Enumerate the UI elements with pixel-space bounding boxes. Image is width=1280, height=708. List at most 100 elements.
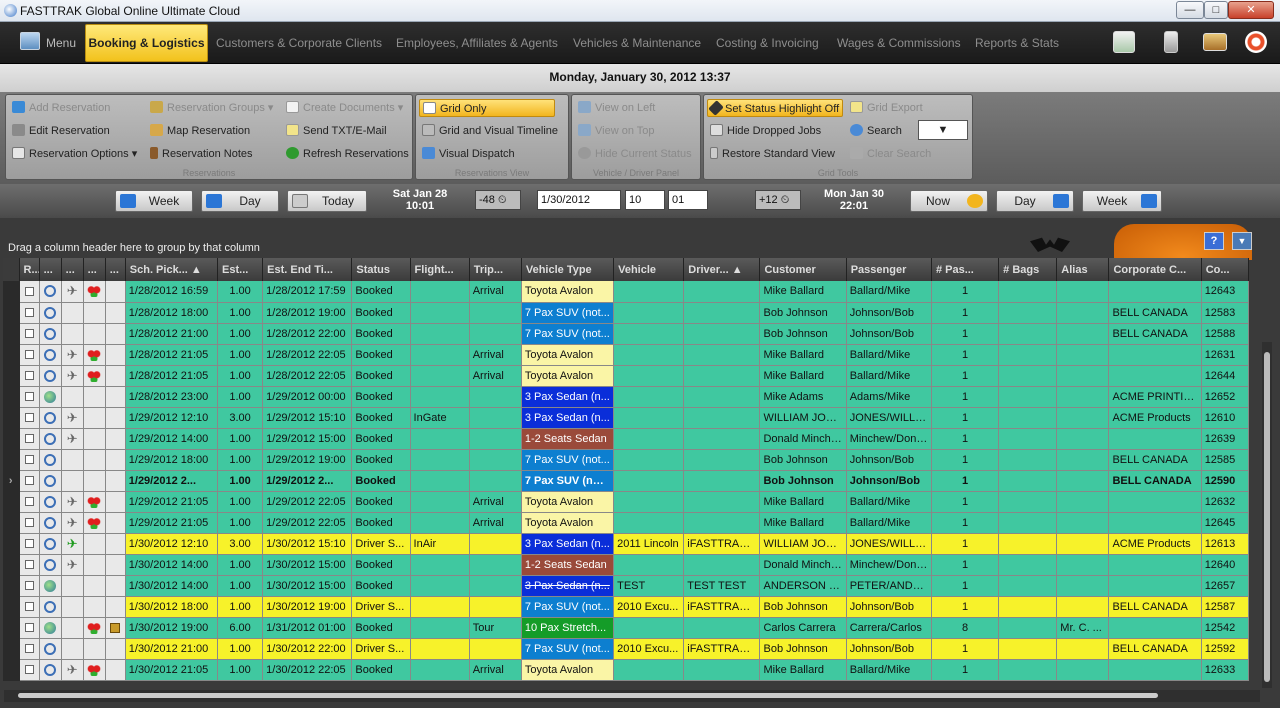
checkbox-icon[interactable] <box>24 644 34 654</box>
select-cell[interactable] <box>19 575 40 597</box>
checkbox-icon[interactable] <box>24 434 34 444</box>
column-header[interactable]: ... <box>61 258 84 281</box>
table-row[interactable]: ✈ 1/28/2012 21:05 1.00 1/28/2012 22:05 Booke… <box>3 344 1250 366</box>
add-reservation-button[interactable]: Add Reservation <box>12 99 110 117</box>
column-header[interactable]: Alias <box>1056 258 1110 281</box>
table-row[interactable]: › 1/29/2012 2... 1.00 1/29/2012 2... Booked 7… <box>3 470 1250 492</box>
column-header[interactable]: R... <box>19 258 40 281</box>
select-cell[interactable] <box>19 302 40 324</box>
select-cell[interactable] <box>19 407 40 429</box>
reservation-notes-button[interactable]: Reservation Notes <box>150 145 253 163</box>
table-row[interactable]: ✈ 1/29/2012 21:05 1.00 1/29/2012 22:05 Booke… <box>3 512 1250 534</box>
send-txt-email-button[interactable]: Send TXT/E-Mail <box>286 122 387 140</box>
checkbox-icon[interactable] <box>24 286 34 296</box>
tab-employees[interactable]: Employees, Affiliates & Agents <box>396 36 558 50</box>
today-button[interactable]: Today <box>287 190 367 212</box>
next-week-button[interactable]: Week <box>1082 190 1162 212</box>
hide-current-status-button[interactable]: Hide Current Status <box>578 145 692 163</box>
photo-icon[interactable] <box>1203 33 1227 51</box>
column-header[interactable]: Customer <box>759 258 847 281</box>
column-header[interactable]: Est... <box>217 258 264 281</box>
tab-reports[interactable]: Reports & Stats <box>975 36 1059 50</box>
table-row[interactable]: ✈ 1/30/2012 14:00 1.00 1/30/2012 15:00 Booke… <box>3 554 1250 576</box>
create-documents-button[interactable]: Create Documents ▾ <box>286 99 403 117</box>
refresh-reservations-button[interactable]: Refresh Reservations <box>286 145 409 163</box>
select-cell[interactable] <box>19 470 40 492</box>
plus-hours-button[interactable]: +12 ⏲ <box>755 190 801 210</box>
calendar-icon[interactable] <box>1113 31 1135 53</box>
column-header[interactable]: Driver... ▲ <box>683 258 761 281</box>
grid-timeline-button[interactable]: Grid and Visual Timeline <box>422 122 558 140</box>
map-reservation-button[interactable]: Map Reservation <box>150 122 250 140</box>
grid-export-button[interactable]: Grid Export <box>850 99 923 117</box>
column-header[interactable]: ... <box>105 258 126 281</box>
table-row[interactable]: 1/30/2012 19:00 6.00 1/31/2012 01:00 Booked… <box>3 617 1250 639</box>
select-cell[interactable] <box>19 344 40 366</box>
column-header[interactable]: Est. End Ti... <box>262 258 353 281</box>
checkbox-icon[interactable] <box>24 623 34 633</box>
search-button[interactable]: Search <box>850 122 902 140</box>
select-cell[interactable] <box>19 596 40 618</box>
table-row[interactable]: ✈ 1/28/2012 21:05 1.00 1/28/2012 22:05 Booke… <box>3 365 1250 387</box>
select-cell[interactable] <box>19 281 40 303</box>
table-row[interactable]: ✈ 1/30/2012 21:05 1.00 1/30/2012 22:05 Booke… <box>3 659 1250 681</box>
scroll-thumb[interactable] <box>1264 352 1270 682</box>
checkbox-icon[interactable] <box>24 329 34 339</box>
select-cell[interactable] <box>19 512 40 534</box>
menu-button[interactable]: Menu <box>18 30 80 56</box>
table-row[interactable]: 1/30/2012 21:00 1.00 1/30/2012 22:00 Driver… <box>3 638 1250 660</box>
minimize-button[interactable]: — <box>1176 1 1204 19</box>
checkbox-icon[interactable] <box>24 539 34 549</box>
column-header[interactable]: Corporate C... <box>1108 258 1202 281</box>
prev-day-button[interactable]: Day <box>201 190 279 212</box>
visual-dispatch-button[interactable]: Visual Dispatch <box>422 145 515 163</box>
select-cell[interactable] <box>19 533 40 555</box>
column-header[interactable]: Sch. Pick... ▲ <box>125 258 219 281</box>
column-header[interactable]: Vehicle <box>613 258 685 281</box>
select-cell[interactable] <box>19 659 40 681</box>
tab-vehicles[interactable]: Vehicles & Maintenance <box>573 36 701 50</box>
minus-hours-button[interactable]: -48 ⏲ <box>475 190 521 210</box>
horizontal-scrollbar[interactable] <box>4 690 1260 702</box>
checkbox-icon[interactable] <box>24 392 34 402</box>
hide-dropped-jobs-button[interactable]: Hide Dropped Jobs <box>710 122 821 140</box>
vertical-scrollbar[interactable] <box>1262 342 1272 688</box>
column-header[interactable]: ... <box>39 258 62 281</box>
checkbox-icon[interactable] <box>24 518 34 528</box>
restore-standard-view-button[interactable]: Restore Standard View <box>710 145 835 163</box>
select-cell[interactable] <box>19 491 40 513</box>
checkbox-icon[interactable] <box>24 455 34 465</box>
help-lifebuoy-icon[interactable] <box>1245 31 1267 53</box>
checkbox-icon[interactable] <box>24 665 34 675</box>
view-on-top-button[interactable]: View on Top <box>578 122 655 140</box>
tab-customers[interactable]: Customers & Corporate Clients <box>216 36 382 50</box>
column-header[interactable]: ... <box>83 258 106 281</box>
table-row[interactable]: ✈ 1/29/2012 12:10 3.00 1/29/2012 15:10 Booke… <box>3 407 1250 429</box>
select-cell[interactable] <box>19 638 40 660</box>
tab-booking-logistics[interactable]: Booking & Logistics <box>85 24 208 62</box>
close-button[interactable]: ✕ <box>1228 1 1274 19</box>
view-on-left-button[interactable]: View on Left <box>578 99 655 117</box>
table-row[interactable]: ✈ 1/29/2012 14:00 1.00 1/29/2012 15:00 Booke… <box>3 428 1250 450</box>
select-cell[interactable] <box>19 428 40 450</box>
checkbox-icon[interactable] <box>24 308 34 318</box>
help-icon[interactable]: ? <box>1204 232 1224 250</box>
table-row[interactable]: ✈ 1/29/2012 21:05 1.00 1/29/2012 22:05 Booke… <box>3 491 1250 513</box>
clear-search-button[interactable]: Clear Search <box>850 145 931 163</box>
edit-reservation-button[interactable]: Edit Reservation <box>12 122 110 140</box>
checkbox-icon[interactable] <box>24 350 34 360</box>
column-header[interactable]: Co... <box>1201 258 1250 281</box>
date-input[interactable]: 1/30/2012 <box>537 190 621 210</box>
reservation-options-button[interactable]: Reservation Options ▾ <box>12 145 137 163</box>
select-cell[interactable] <box>19 617 40 639</box>
checkbox-icon[interactable] <box>24 497 34 507</box>
checkbox-icon[interactable] <box>24 413 34 423</box>
select-cell[interactable] <box>19 449 40 471</box>
checkbox-icon[interactable] <box>24 602 34 612</box>
column-header[interactable]: # Bags <box>998 258 1058 281</box>
table-row[interactable]: 1/28/2012 18:00 1.00 1/28/2012 19:00 Booked… <box>3 302 1250 324</box>
reservation-groups-button[interactable]: Reservation Groups ▾ <box>150 99 273 117</box>
grid-only-button[interactable]: Grid Only <box>419 99 555 117</box>
minute-spinner[interactable]: 01 <box>668 190 708 210</box>
column-header[interactable]: Status <box>351 258 411 281</box>
